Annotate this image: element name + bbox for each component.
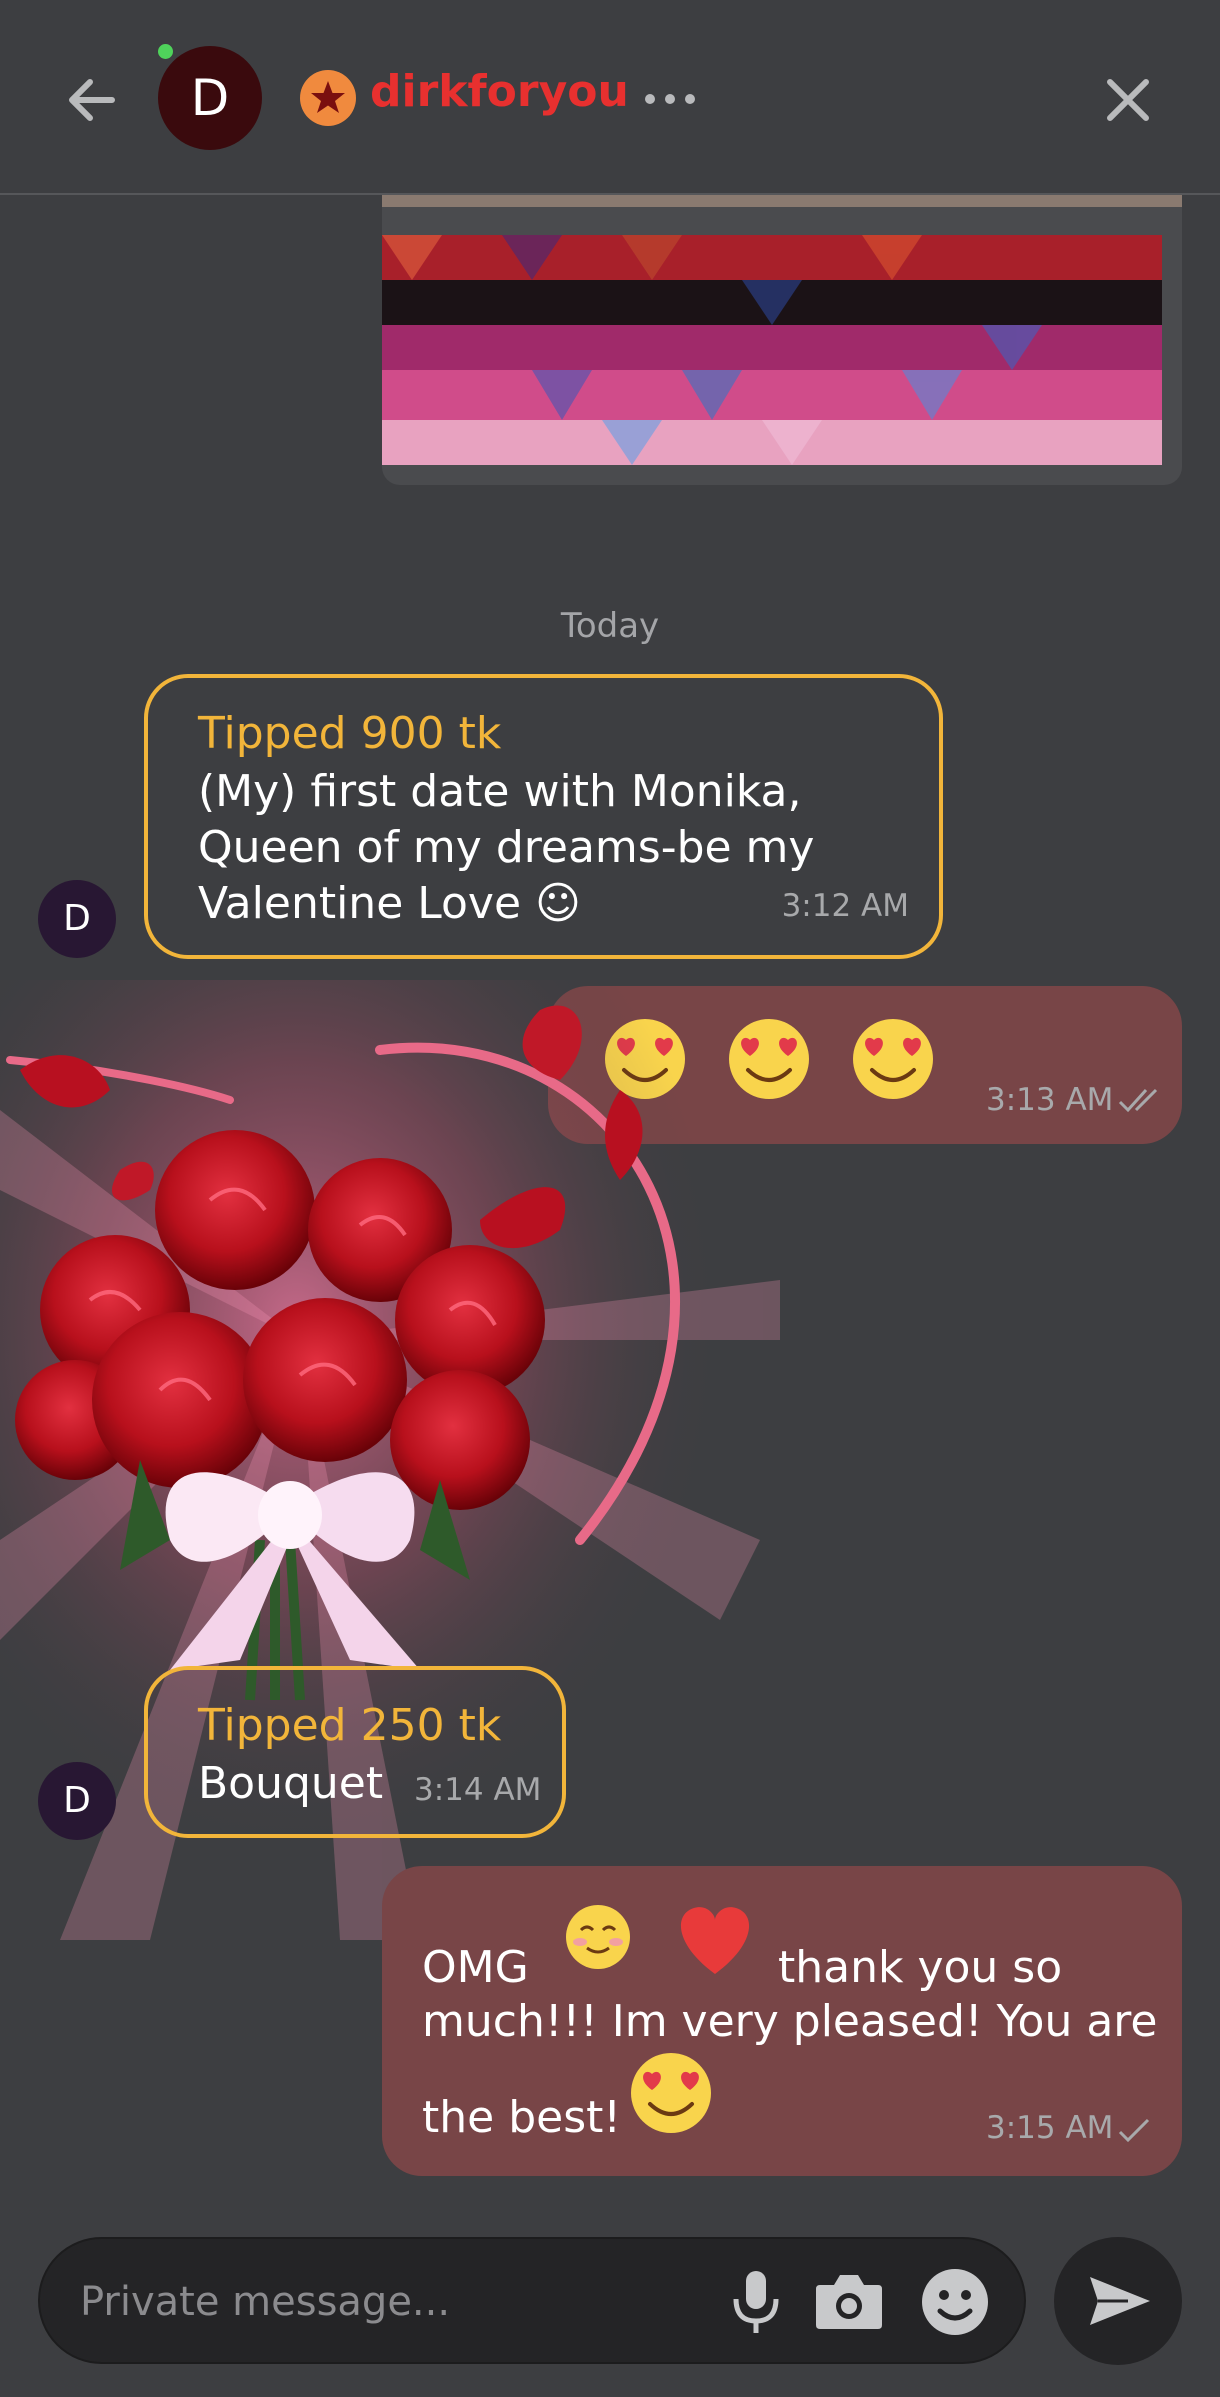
close-icon[interactable] <box>1100 72 1156 128</box>
double-check-read-icon <box>1118 1088 1158 1113</box>
send-button[interactable] <box>1054 2237 1182 2365</box>
tip-message-text: Bouquet <box>198 1758 384 1809</box>
tip-amount-label: Tipped 250 tk <box>198 1700 502 1751</box>
blushing-smile-emoji-icon <box>566 1905 630 1969</box>
tip-message-text: (My) first date with Monika, Queen of my… <box>198 766 815 929</box>
camera-icon[interactable] <box>814 2271 884 2331</box>
tip-amount-label: Tipped 900 tk <box>198 708 502 759</box>
date-separator: Today <box>560 606 660 646</box>
heart-eyes-emoji-icon <box>853 1019 933 1099</box>
message-timestamp: 3:13 AM <box>986 1082 1114 1118</box>
heart-eyes-emoji-icon <box>631 2053 711 2133</box>
sender-avatar[interactable]: D <box>38 1762 116 1840</box>
online-status-dot <box>158 44 173 59</box>
microphone-icon[interactable] <box>728 2269 784 2335</box>
sender-avatar[interactable]: D <box>38 880 116 958</box>
single-check-sent-icon <box>1118 2118 1150 2143</box>
back-arrow-icon[interactable] <box>60 68 124 132</box>
tip-message-bubble: Tipped 900 tk (My) first date with Monik… <box>144 674 943 959</box>
emoji-picker-icon[interactable] <box>920 2267 990 2337</box>
more-options-icon[interactable] <box>640 84 700 114</box>
tip-message-bubble: Tipped 250 tk Bouquet 3:14 AM <box>144 1666 566 1838</box>
star-badge-icon <box>300 70 356 126</box>
message-timestamp: 3:15 AM <box>986 2110 1114 2146</box>
message-text-part: much!!! Im very pleased! You are <box>422 1996 1158 2047</box>
message-text-part: thank you so <box>778 1942 1063 1993</box>
shared-image-message[interactable] <box>382 195 1182 485</box>
avatar[interactable]: D <box>158 46 262 150</box>
username-label[interactable]: dirkforyou <box>370 66 629 117</box>
message-timestamp: 3:12 AM <box>781 888 909 924</box>
chat-header: D dirkforyou <box>0 0 1220 195</box>
message-text-part: the best! <box>422 2092 622 2143</box>
private-message-input[interactable] <box>78 2271 722 2333</box>
send-icon <box>1090 2277 1150 2325</box>
message-text-part: OMG <box>422 1942 529 1993</box>
red-heart-emoji-icon <box>680 1907 750 1974</box>
message-timestamp: 3:14 AM <box>414 1772 542 1808</box>
outgoing-message-bubble: OMG thank you so much!!! Im very pleased… <box>382 1866 1182 2176</box>
message-composer <box>38 2237 1026 2364</box>
